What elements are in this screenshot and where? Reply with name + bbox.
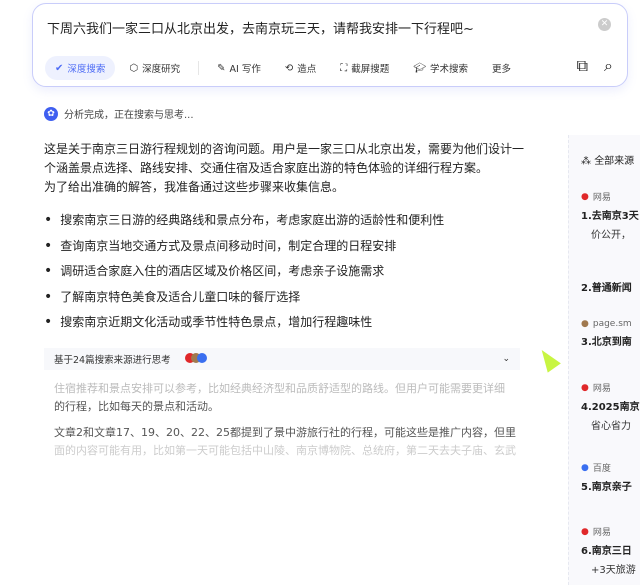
source-title: 6.南京三日 <box>581 546 632 557</box>
plan-step-text: 搜索南京三日游的经典路线和景点分布，考虑家庭出游的适龄性和便利性 <box>60 213 445 227</box>
source-site: 百度 <box>592 464 611 474</box>
source-subtitle: 省心省力 <box>591 421 631 432</box>
plan-step: 了解南京特色美食及适合儿童口味的餐厅选择 <box>44 285 524 311</box>
clear-icon[interactable]: ✕ <box>598 18 611 31</box>
cube-icon: ⬡ <box>129 62 139 74</box>
ai-logo-icon: ✿ <box>44 106 58 121</box>
source-title: 4.2025南京 <box>581 402 640 413</box>
tool-academic-search[interactable]: 🎓︎ 学术搜索 <box>403 56 478 80</box>
plan-step-text: 搜索南京近期文化活动或季节性特色景点，增加行程趣味性 <box>60 315 373 329</box>
plan-step: 搜索南京近期文化活动或季节性特色景点，增加行程趣味性 <box>44 310 524 336</box>
intro-text: 这是关于南京三日游行程规划的咨询问题。用户是一家三口从北京出发，需要为他们设计一… <box>44 140 524 197</box>
search-icon[interactable]: ⌕ <box>604 56 613 76</box>
source-title: 1.去南京3天 <box>581 211 639 222</box>
thinking-title: 基于24篇搜索来源进行思考 <box>54 355 171 366</box>
mouse-cursor-icon <box>535 345 561 373</box>
plan-step: 查询南京当地交通方式及景点间移动时间，制定合理的日程安排 <box>44 234 524 260</box>
tool-label: 造点 <box>297 64 317 75</box>
divider <box>198 61 200 75</box>
source-site: 网易 <box>592 384 611 394</box>
pen-icon: ✎ <box>217 62 226 74</box>
loop-icon: ⟲ <box>284 62 294 74</box>
source-item[interactable]: ● 网易 1.去南京3天 价公开， <box>581 190 639 242</box>
source-item[interactable]: ● 百度 5.南京亲子 <box>581 461 632 494</box>
tool-deep-search[interactable]: ✔ 深度搜索 <box>45 56 116 80</box>
source-icons <box>184 352 207 366</box>
tool-deep-research[interactable]: ⬡ 深度研究 <box>119 56 190 80</box>
source-item[interactable]: ● 网易 4.2025南京 省心省力 <box>581 381 640 433</box>
status-line: ✿ 分析完成，正在搜索与思考... <box>44 106 194 121</box>
source-title: 3.北京到南 <box>581 337 632 348</box>
tool-more[interactable]: 更多 <box>482 56 521 80</box>
check-circle-icon: ✔ <box>55 62 64 74</box>
thinking-line: 面的内容可能有用，比如第一天可能包括中山陵、南京博物院、总统府，第二天去夫子庙、… <box>54 444 516 457</box>
source-item[interactable]: 2.普通新闻 <box>581 275 632 294</box>
tool-bar: ✔ 深度搜索 ⬡ 深度研究 ✎ AI 写作 ⟲ 造点 ⛶ 截屏搜题 🎓︎ 学术搜索 更多 <box>45 56 521 80</box>
source-site: page.sm <box>592 319 632 329</box>
thinking-line: 的行程，比如每天的景点和活动。 <box>54 400 219 413</box>
tool-screenshot-search[interactable]: ⛶ 截屏搜题 <box>330 56 399 80</box>
source-title: 5.南京亲子 <box>581 482 632 493</box>
source-subtitle: 价公开， <box>591 230 631 241</box>
source-site: 网易 <box>592 193 611 203</box>
intro-paragraph: 为了给出准确的解答，我准备通过这些步骤来收集信息。 <box>44 180 345 194</box>
tool-label: 截屏搜题 <box>351 64 390 75</box>
status-text: 分析完成，正在搜索与思考... <box>64 110 194 121</box>
tool-create[interactable]: ⟲ 造点 <box>275 56 326 80</box>
source-site: 网易 <box>592 528 611 538</box>
plan-steps: 搜索南京三日游的经典路线和景点分布，考虑家庭出游的适龄性和便利性 查询南京当地交… <box>44 208 524 336</box>
plan-step: 调研适合家庭入住的酒店区域及价格区间，考虑亲子设施需求 <box>44 259 524 285</box>
search-box: 下周六我们一家三口从北京出发，去南京玩三天，请帮我安排一下行程吧~ ✕ ✔ 深度搜… <box>32 3 628 87</box>
source-item[interactable]: ● page.sm 3.北京到南 <box>581 319 632 348</box>
plan-step-text: 了解南京特色美食及适合儿童口味的餐厅选择 <box>60 289 301 304</box>
thinking-content: 住宿推荐和景点安排可以参考，比如经典经济型和品质舒适型的路线。但用户可能需要更详… <box>54 380 516 468</box>
netease-icon: ● <box>581 382 589 393</box>
tool-label: 深度研究 <box>142 64 181 75</box>
netease-icon: ● <box>581 191 589 202</box>
plan-step: 搜索南京三日游的经典路线和景点分布，考虑家庭出游的适龄性和便利性 <box>44 208 524 234</box>
scan-icon: ⛶ <box>340 62 348 74</box>
sources-header[interactable]: ⁂ 全部来源 <box>581 152 634 167</box>
plan-step-text: 查询南京当地交通方式及景点间移动时间，制定合理的日程安排 <box>60 238 397 253</box>
source-title: 2.普通新闻 <box>581 283 632 294</box>
thinking-line: 文章2和文章17、19、20、22、25都提到了景中游旅行社的行程，可能这些是推… <box>54 426 516 439</box>
source-item[interactable]: ● 网易 6.南京三日 +3天旅游 <box>581 525 636 577</box>
baidu-icon <box>196 352 207 363</box>
baidu-icon: ● <box>581 462 589 473</box>
netease-icon: ● <box>581 526 589 537</box>
thinking-header[interactable]: 基于24篇搜索来源进行思考 ⌄ <box>44 348 520 370</box>
thinking-line: 住宿推荐和景点安排可以参考，比如经典经济型和品质舒适型的路线。但用户可能需要更详… <box>54 382 505 395</box>
graduation-icon: 🎓︎ <box>413 62 426 74</box>
plan-step-text: 调研适合家庭入住的酒店区域及价格区间，考虑亲子设施需求 <box>60 264 385 278</box>
page-icon: ● <box>581 319 589 329</box>
chevron-down-icon[interactable]: ⌄ <box>502 354 510 364</box>
tool-label: AI 写作 <box>229 64 261 75</box>
sources-icon: ⁂ <box>581 156 595 167</box>
sources-title: 全部来源 <box>594 156 635 167</box>
tool-ai-writing[interactable]: ✎ AI 写作 <box>207 56 271 80</box>
sources-panel: ⁂ 全部来源 ● 网易 1.去南京3天 价公开， 2.普通新闻 ● page.sm 3.北… <box>568 135 640 585</box>
tool-label: 学术搜索 <box>430 64 469 75</box>
source-subtitle: +3天旅游 <box>591 565 636 576</box>
intro-paragraph: 这是关于南京三日游行程规划的咨询问题。用户是一家三口从北京出发，需要为他们设计一… <box>44 142 525 175</box>
tool-label: 深度搜索 <box>67 64 106 75</box>
image-upload-icon[interactable]: ⧉ <box>577 56 588 76</box>
tool-label: 更多 <box>492 64 512 75</box>
query-input[interactable]: 下周六我们一家三口从北京出发，去南京玩三天，请帮我安排一下行程吧~ <box>47 18 474 37</box>
